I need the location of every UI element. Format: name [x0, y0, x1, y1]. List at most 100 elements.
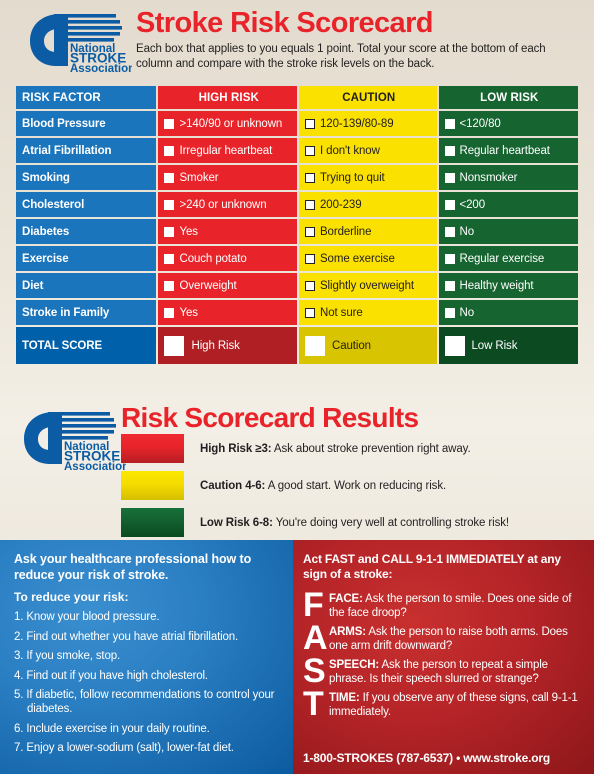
checkbox-caution[interactable]: [304, 307, 315, 318]
caution-label: Not sure: [319, 306, 363, 319]
legend-swatch-green: [121, 508, 184, 537]
total-checkbox-high-risk[interactable]: [164, 335, 185, 356]
national-stroke-association-logo: National STROKE Association: [24, 12, 132, 74]
logo-text-association-secondary: Association: [64, 461, 126, 472]
reduce-risk-heading: Ask your healthcare professional how to …: [14, 552, 252, 582]
caution-cell[interactable]: Slightly overweight: [298, 273, 437, 298]
high-risk-label: >240 or unknown: [179, 198, 267, 211]
high-risk-cell[interactable]: Overweight: [158, 273, 297, 298]
low-risk-cell[interactable]: Regular heartbeat: [438, 138, 578, 163]
caution-label: Some exercise: [319, 252, 395, 265]
fast-letter: T: [303, 685, 324, 723]
table-row: Diet Overweight Slightly overweight Healthy…: [16, 273, 578, 298]
checkbox-high-risk[interactable]: [164, 199, 175, 210]
high-risk-cell[interactable]: >140/90 or unknown: [158, 111, 297, 136]
caution-cell[interactable]: Some exercise: [298, 246, 437, 271]
high-risk-cell[interactable]: Smoker: [158, 165, 297, 190]
checkbox-low-risk[interactable]: [444, 145, 455, 156]
checkbox-low-risk[interactable]: [444, 307, 455, 318]
high-risk-cell[interactable]: Couch potato: [158, 246, 297, 271]
column-header-risk-factor: RISK FACTOR: [16, 86, 157, 109]
table-row: Diabetes Yes Borderline No: [16, 219, 578, 244]
table-row: Blood Pressure >140/90 or unknown 120-139/…: [16, 111, 578, 136]
risk-scorecard-table: RISK FACTOR HIGH RISK CAUTION LOW RISK B…: [16, 86, 578, 366]
header-section: National STROKE Association Stroke Risk …: [0, 0, 594, 86]
checkbox-caution[interactable]: [304, 145, 315, 156]
checkbox-low-risk[interactable]: [444, 118, 455, 129]
low-risk-cell[interactable]: <120/80: [438, 111, 578, 136]
checkbox-high-risk[interactable]: [164, 307, 175, 318]
high-risk-label: Irregular heartbeat: [179, 144, 273, 157]
total-score-high-cell[interactable]: High Risk: [158, 327, 297, 364]
checkbox-caution[interactable]: [304, 199, 315, 210]
low-risk-cell[interactable]: Regular exercise: [438, 246, 578, 271]
reduce-risk-panel: Ask your healthcare professional how to …: [0, 540, 293, 774]
high-risk-cell[interactable]: Yes: [158, 219, 297, 244]
checkbox-caution[interactable]: [304, 226, 315, 237]
checkbox-low-risk[interactable]: [444, 199, 455, 210]
checkbox-high-risk[interactable]: [164, 145, 175, 156]
checkbox-low-risk[interactable]: [444, 280, 455, 291]
header-text-block: Stroke Risk Scorecard Each box that appl…: [136, 6, 582, 71]
fast-description: TIME: If you observe any of these signs,…: [329, 688, 584, 719]
list-item: 7. Enjoy a lower-sodium (salt), lower-fa…: [14, 742, 234, 754]
low-risk-cell[interactable]: Nonsmoker: [438, 165, 578, 190]
low-risk-cell[interactable]: No: [438, 300, 578, 325]
checkbox-caution[interactable]: [304, 118, 315, 129]
list-item: 3. If you smoke, stop.: [14, 650, 121, 662]
table-header-row: RISK FACTOR HIGH RISK CAUTION LOW RISK: [16, 86, 578, 109]
high-risk-cell[interactable]: >240 or unknown: [158, 192, 297, 217]
checkbox-caution[interactable]: [304, 172, 315, 183]
checkbox-high-risk[interactable]: [164, 118, 175, 129]
low-risk-label: Healthy weight: [459, 279, 534, 292]
caution-cell[interactable]: Not sure: [298, 300, 437, 325]
caution-cell[interactable]: Borderline: [298, 219, 437, 244]
column-header-caution: CAUTION: [298, 86, 437, 109]
legend-swatch-yellow: [121, 471, 184, 500]
table-row-total-score: TOTAL SCORE High Risk Caution Low Risk: [16, 327, 578, 364]
low-risk-label: No: [459, 225, 475, 238]
high-risk-cell[interactable]: Irregular heartbeat: [158, 138, 297, 163]
checkbox-high-risk[interactable]: [164, 253, 175, 264]
high-risk-label: Smoker: [179, 171, 219, 184]
total-checkbox-low-risk[interactable]: [444, 335, 465, 356]
table-row: Exercise Couch potato Some exercise Regular…: [16, 246, 578, 271]
caution-label: Borderline: [319, 225, 372, 238]
legend-label: Low Risk 6-8:: [200, 516, 273, 529]
total-score-label: TOTAL SCORE: [16, 327, 157, 364]
checkbox-low-risk[interactable]: [444, 226, 455, 237]
table-row: Stroke in Family Yes Not sure No: [16, 300, 578, 325]
total-score-caution-cell[interactable]: Caution: [298, 327, 437, 364]
total-label-low-risk: Low Risk: [471, 339, 518, 352]
checkbox-high-risk[interactable]: [164, 172, 175, 183]
caution-cell[interactable]: 200-239: [298, 192, 437, 217]
table-row: Cholesterol >240 or unknown 200-239 <200: [16, 192, 578, 217]
page-title: Stroke Risk Scorecard: [136, 7, 433, 39]
results-section: National STROKE Association Risk Scoreca…: [0, 396, 594, 540]
logo-text-association: Association: [70, 63, 132, 74]
high-risk-cell[interactable]: Yes: [158, 300, 297, 325]
caution-cell[interactable]: 120-139/80-89: [298, 111, 437, 136]
caution-label: 120-139/80-89: [319, 117, 394, 130]
checkbox-high-risk[interactable]: [164, 280, 175, 291]
fast-item: S SPEECH: Ask the person to repeat a simp…: [303, 654, 584, 688]
risk-factor-label: Exercise: [16, 246, 157, 271]
checkbox-low-risk[interactable]: [444, 172, 455, 183]
caution-cell[interactable]: I don't know: [298, 138, 437, 163]
low-risk-cell[interactable]: <200: [438, 192, 578, 217]
low-risk-cell[interactable]: No: [438, 219, 578, 244]
risk-factor-label: Stroke in Family: [16, 300, 157, 325]
checkbox-caution[interactable]: [304, 280, 315, 291]
checkbox-high-risk[interactable]: [164, 226, 175, 237]
checkbox-caution[interactable]: [304, 253, 315, 264]
low-risk-cell[interactable]: Healthy weight: [438, 273, 578, 298]
checkbox-low-risk[interactable]: [444, 253, 455, 264]
high-risk-label: >140/90 or unknown: [179, 117, 283, 130]
table-row: Atrial Fibrillation Irregular heartbeat I …: [16, 138, 578, 163]
total-score-low-cell[interactable]: Low Risk: [438, 327, 578, 364]
fast-description: FACE: Ask the person to smile. Does one …: [329, 589, 584, 620]
caution-cell[interactable]: Trying to quit: [298, 165, 437, 190]
fast-body: If you observe any of these signs, call …: [329, 692, 578, 718]
total-checkbox-caution[interactable]: [304, 335, 325, 356]
legend-swatch-red: [121, 434, 184, 463]
